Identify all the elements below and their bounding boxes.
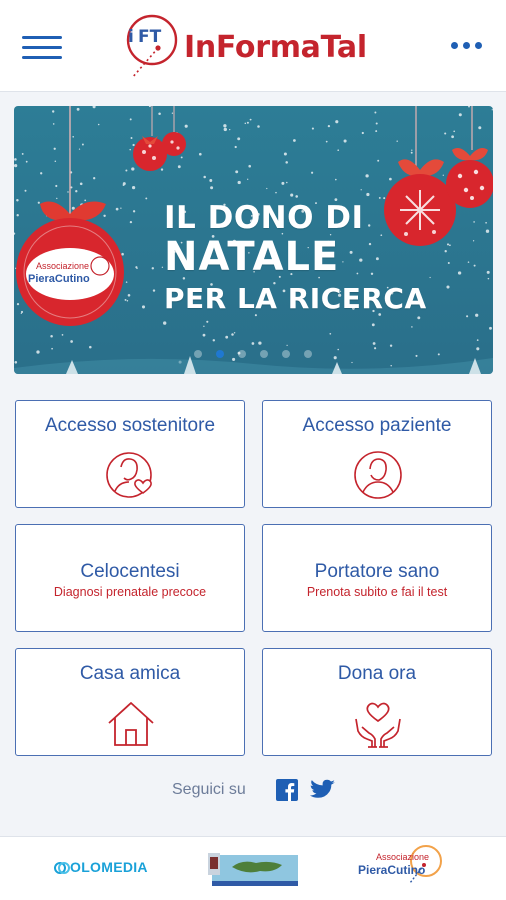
card-subtitle: Prenota subito e fai il test [306,585,448,599]
banner-headline-line-2: NATALE [164,234,340,280]
sponsor-name: PieraCutino [358,863,426,877]
card-casa-amica[interactable]: Casa amica [15,648,245,756]
app-header: i FT InFormaTal [0,0,506,92]
carousel-dot[interactable] [260,350,268,358]
svg-text:i: i [128,27,134,47]
twitter-icon[interactable] [310,779,336,801]
brand-name: InFormaTal [184,30,367,65]
card-subtitle: Diagnosi prenatale precoce [53,585,207,599]
banner-headline-line-1: IL DONO DI [164,200,364,236]
supporter-heart-icon [106,452,152,498]
card-title: Dona ora [337,663,417,684]
sponsor-footer: OLOMEDIA Associazione PieraCutino [0,836,506,900]
ift-logo-mark-icon: i FT [126,14,178,79]
carousel-dot[interactable] [304,350,312,358]
ornament-badge-top: Associazione [36,261,89,271]
card-title: Accesso sostenitore [44,415,216,436]
social-follow-row: Seguici su [0,776,506,806]
hamburger-menu-icon[interactable] [22,36,62,62]
donate-hands-heart-icon [355,702,401,748]
olomedia-mark-icon [54,862,70,874]
carousel-dot[interactable] [238,350,246,358]
banner-headline-line-3: PER LA RICERCA [164,282,427,315]
card-accesso-sostenitore[interactable]: Accesso sostenitore [15,400,245,508]
app-logo[interactable]: i FT InFormaTal [122,8,392,84]
patient-profile-icon [354,451,402,499]
house-icon [108,702,154,746]
more-options-icon[interactable] [447,42,487,52]
carousel-dot[interactable] [216,350,224,358]
carousel-dot[interactable] [282,350,290,358]
card-portatore-sano[interactable]: Portatore sano Prenota subito e fai il t… [262,524,492,632]
sponsor-logo-olomedia[interactable]: OLOMEDIA [54,859,158,881]
sponsor-logo-azienda-ospedaliera[interactable] [208,851,300,887]
card-title: Accesso paziente [302,415,452,436]
carousel-indicators [194,348,334,360]
facebook-icon[interactable] [276,779,298,801]
sponsor-name: OLOMEDIA [70,859,148,875]
card-title: Casa amica [79,663,181,684]
card-title: Portatore sano [314,561,440,582]
ornament-badge-name: PieraCutino [28,273,90,285]
sponsor-name-top: Associazione [376,852,430,862]
card-celocentesi[interactable]: Celocentesi Diagnosi prenatale precoce [15,524,245,632]
carousel-dot[interactable] [194,350,202,358]
christmas-banner-carousel[interactable]: Associazione PieraCutino IL DONO DI NATA… [14,106,493,374]
social-label: Seguici su [172,781,246,798]
card-accesso-paziente[interactable]: Accesso paziente [262,400,492,508]
sponsor-logo-piera-cutino[interactable]: Associazione PieraCutino [356,843,448,897]
card-dona-ora[interactable]: Dona ora [262,648,492,756]
card-title: Celocentesi [80,561,180,582]
svg-text:FT: FT [138,27,162,47]
